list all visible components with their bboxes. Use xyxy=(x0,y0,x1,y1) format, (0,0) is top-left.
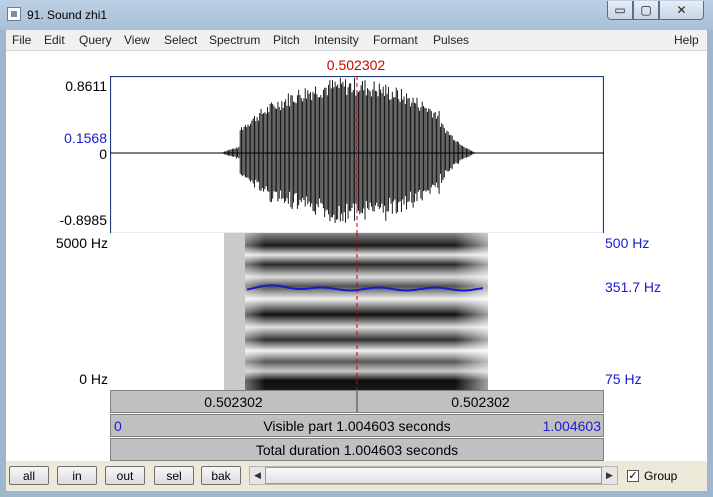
menu-view[interactable]: View xyxy=(124,33,150,47)
spectrogram-view[interactable] xyxy=(110,233,604,390)
total-duration-bar[interactable]: Total duration 1.004603 seconds xyxy=(110,438,604,461)
minimize-button[interactable]: ▭ xyxy=(607,1,633,20)
zoom-out-button[interactable]: out xyxy=(105,466,145,485)
spectrogram-offset-fade xyxy=(455,233,488,390)
menu-help[interactable]: Help xyxy=(674,33,699,47)
spectrogram-max-freq-label: 5000 Hz xyxy=(55,235,108,251)
menu-spectrum[interactable]: Spectrum xyxy=(209,33,260,47)
time-segment-right-label: 0.502302 xyxy=(451,394,510,410)
visible-part-bar[interactable]: 0 Visible part 1.004603 seconds 1.004603 xyxy=(110,414,604,437)
waveform-view[interactable] xyxy=(110,76,604,234)
menu-bar: File Edit Query View Select Spectrum Pit… xyxy=(6,30,707,51)
menu-formant[interactable]: Formant xyxy=(373,33,418,47)
group-label: Group xyxy=(644,469,678,483)
waveform-cursor-amplitude-label: 0.1568 xyxy=(64,130,107,146)
waveform-zero-label: 0 xyxy=(99,146,107,162)
waveform-min-label: -0.8985 xyxy=(59,212,107,228)
window-title: 91. Sound zhi1 xyxy=(27,8,108,22)
group-checkbox[interactable]: ✓ xyxy=(627,470,639,482)
time-segment-left[interactable]: 0.502302 xyxy=(110,390,357,413)
close-icon: ✕ xyxy=(676,3,687,17)
menu-file[interactable]: File xyxy=(12,33,31,47)
zoom-in-button[interactable]: in xyxy=(57,466,97,485)
zoom-all-button[interactable]: all xyxy=(9,466,49,485)
menu-intensity[interactable]: Intensity xyxy=(314,33,359,47)
maximize-button[interactable]: ▢ xyxy=(633,1,659,20)
menu-select[interactable]: Select xyxy=(164,33,197,47)
menu-query[interactable]: Query xyxy=(79,33,112,47)
pitch-cursor-label: 351.7 Hz xyxy=(605,279,662,295)
scroll-right-icon[interactable]: ▶ xyxy=(602,467,617,484)
spectrogram-energy xyxy=(245,233,488,390)
time-segment-right[interactable]: 0.502302 xyxy=(357,390,604,413)
time-segment-left-label: 0.502302 xyxy=(204,394,263,410)
scrollbar-thumb[interactable] xyxy=(265,467,602,484)
minimize-icon: ▭ xyxy=(614,3,626,17)
pitch-min-label: 75 Hz xyxy=(605,371,642,387)
checkmark-icon: ✓ xyxy=(628,470,638,482)
total-duration-label: Total duration 1.004603 seconds xyxy=(255,442,459,458)
zoom-back-button[interactable]: bak xyxy=(201,466,241,485)
spectrogram-onset-fade xyxy=(245,233,265,390)
cursor-time-label: 0.502302 xyxy=(326,57,386,73)
close-button[interactable]: ✕ xyxy=(659,1,704,20)
scroll-left-icon[interactable]: ◀ xyxy=(250,467,265,484)
visible-part-label: Visible part 1.004603 seconds xyxy=(263,418,451,434)
waveform-max-label: 0.8611 xyxy=(65,78,107,94)
menu-pulses[interactable]: Pulses xyxy=(433,33,469,47)
zoom-to-selection-button[interactable]: sel xyxy=(154,466,194,485)
pitch-max-label: 500 Hz xyxy=(605,235,650,251)
maximize-icon: ▢ xyxy=(640,3,652,17)
spectrogram-onset-noise xyxy=(224,233,248,390)
menu-edit[interactable]: Edit xyxy=(44,33,65,47)
window-end-label: 1.004603 xyxy=(542,418,601,434)
spectrogram-min-freq-label: 0 Hz xyxy=(79,371,108,387)
window-icon xyxy=(7,7,21,21)
menu-pitch[interactable]: Pitch xyxy=(273,33,300,47)
